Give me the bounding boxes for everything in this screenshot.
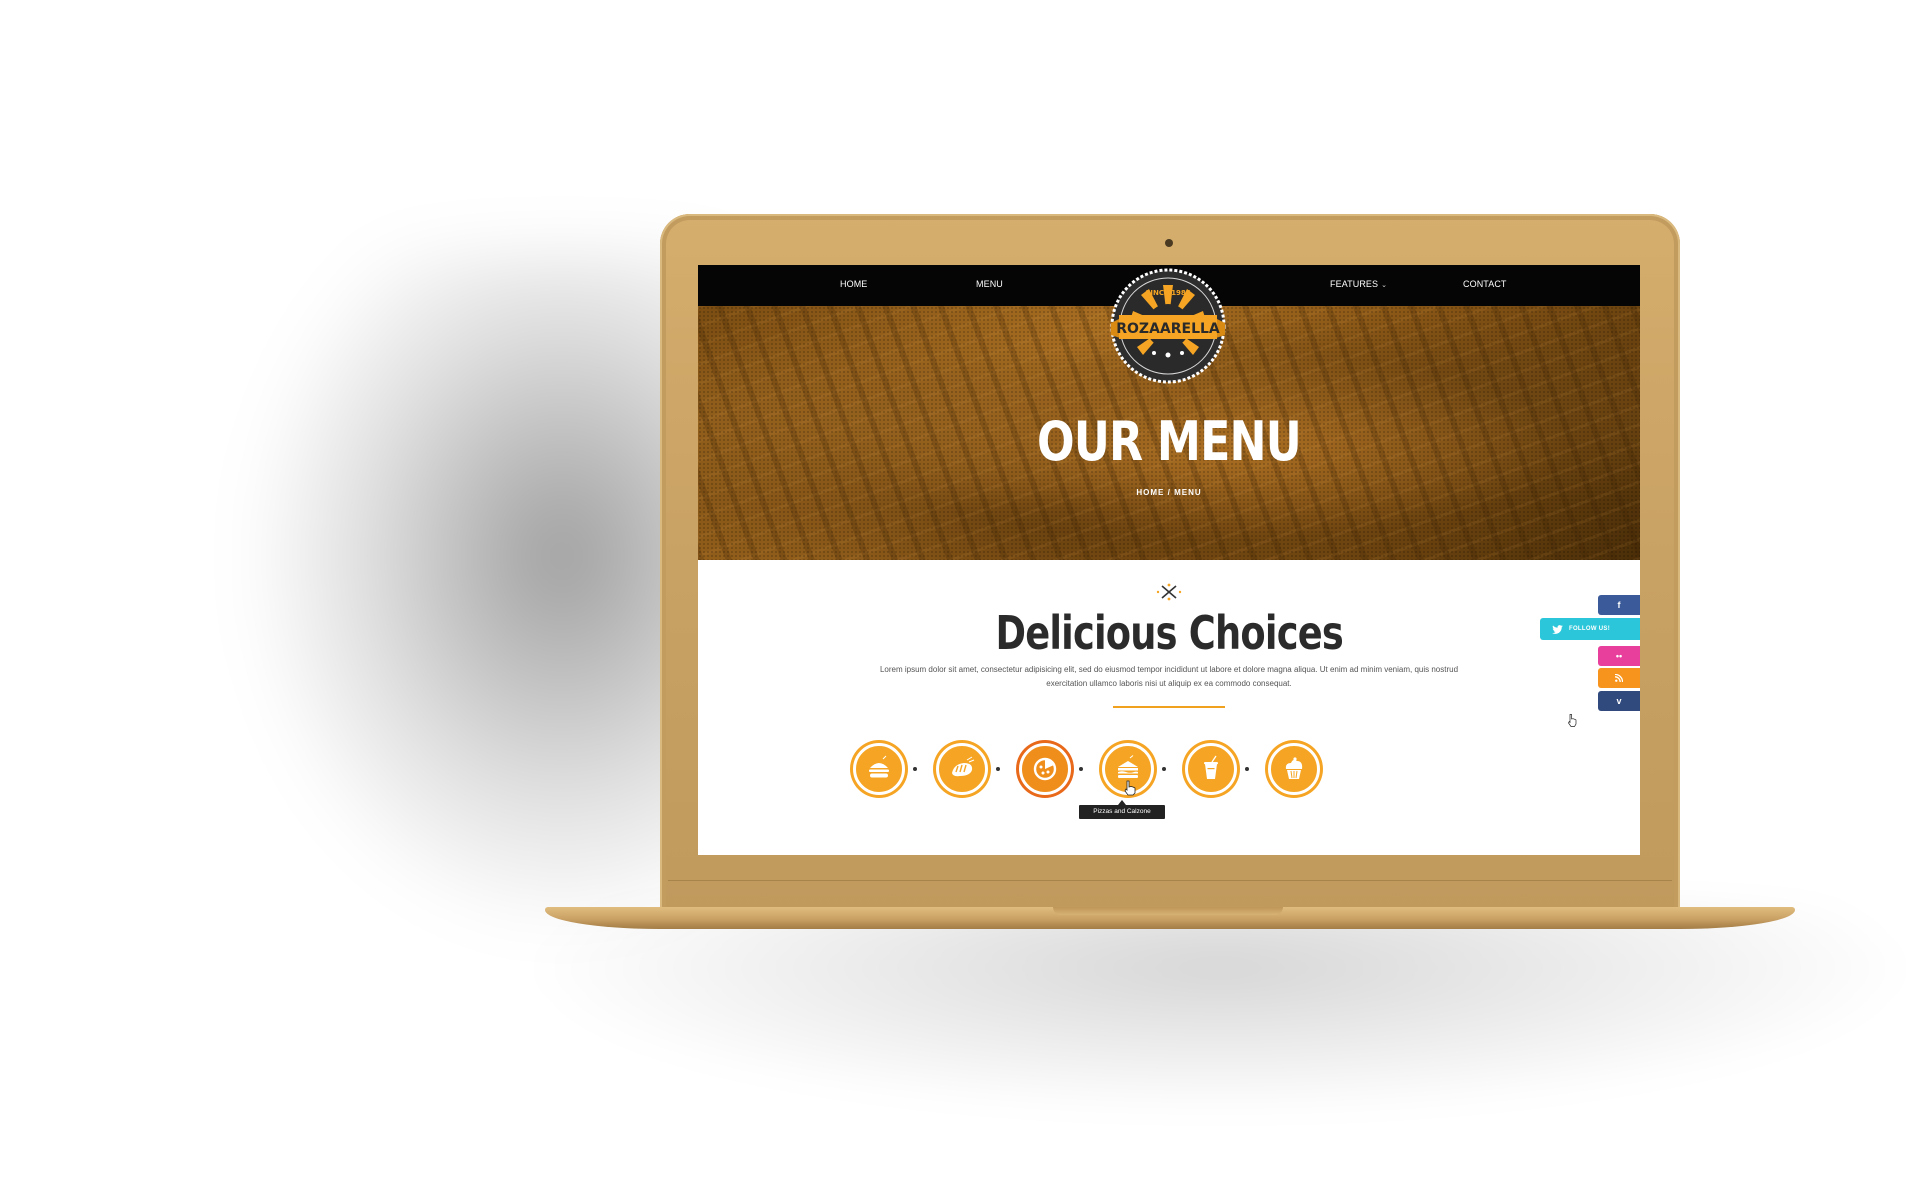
category-separator-dot: [1245, 767, 1249, 771]
category-separator-dot: [1079, 767, 1083, 771]
section-lead-text: Lorem ipsum dolor sit amet, consectetur …: [879, 665, 1459, 688]
facebook-icon: f: [1617, 600, 1621, 610]
breadcrumb-separator: /: [1167, 488, 1171, 497]
flickr-icon: ••: [1615, 651, 1623, 661]
breadcrumb-home[interactable]: HOME: [1136, 488, 1164, 497]
logo-name-text: ROZAARELLA: [1116, 321, 1220, 337]
breadcrumb: HOME / MENU: [698, 488, 1640, 497]
category-burger[interactable]: [853, 743, 905, 795]
nav-home[interactable]: HOME: [840, 279, 867, 289]
chevron-down-icon: ⌄: [1381, 282, 1388, 289]
logo-since-text: SINCE 1985: [1145, 289, 1190, 297]
pizza-icon: [1033, 757, 1057, 781]
laptop-notch: [1053, 907, 1283, 915]
nav-features-label: FEATURES: [1330, 279, 1379, 289]
rss-icon: [1615, 674, 1623, 682]
nav-features[interactable]: FEATURES ⌄: [1330, 279, 1387, 289]
page-title: OUR MENU: [1037, 410, 1302, 473]
drink-icon: [1204, 755, 1218, 779]
gold-divider: [1113, 706, 1225, 708]
category-separator-dot: [913, 767, 917, 771]
bread-icon: [952, 756, 975, 777]
hand-cursor-icon: [1124, 780, 1136, 796]
category-separator-dot: [1162, 767, 1166, 771]
section-title: Delicious Choices: [698, 605, 1640, 661]
social-twitter-follow[interactable]: FOLLOW US!: [1540, 618, 1640, 640]
category-bread[interactable]: [936, 743, 988, 795]
pointer-cursor-icon: [1568, 714, 1577, 727]
rozaarella-logo[interactable]: SINCE 1985 ROZAARELLA: [1109, 267, 1227, 385]
category-separator-dot: [996, 767, 1000, 771]
category-drink[interactable]: [1185, 743, 1237, 795]
device-floor-shadow: [520, 905, 1920, 1115]
laptop-camera: [1165, 239, 1173, 247]
breadcrumb-current: MENU: [1174, 488, 1202, 497]
laptop-screen: HOME MENU FEATURES ⌄ CONTACT OUR MENU HOM…: [698, 265, 1640, 855]
nav-menu[interactable]: MENU: [976, 279, 1003, 289]
category-pizza[interactable]: [1019, 743, 1071, 795]
laptop-chin-line: [668, 880, 1672, 881]
social-flickr[interactable]: ••: [1598, 646, 1640, 666]
cupcake-icon: [1285, 757, 1303, 779]
crossed-utensils-icon: [1156, 583, 1182, 601]
social-rss[interactable]: [1598, 668, 1640, 688]
twitter-follow-label: FOLLOW US!: [1569, 626, 1610, 632]
menu-category-row: [698, 743, 1640, 799]
category-cupcake[interactable]: [1268, 743, 1320, 795]
social-facebook[interactable]: f: [1598, 595, 1640, 615]
nav-contact[interactable]: CONTACT: [1463, 279, 1507, 289]
category-tooltip: Pizzas and Calzone: [1079, 800, 1165, 819]
sandwich-icon: [1118, 755, 1138, 778]
twitter-icon: [1552, 624, 1563, 634]
social-vimeo[interactable]: v: [1598, 691, 1640, 711]
vimeo-icon: v: [1616, 696, 1622, 706]
burger-icon: [869, 755, 889, 778]
section-title-text: Delicious Choices: [995, 606, 1343, 660]
